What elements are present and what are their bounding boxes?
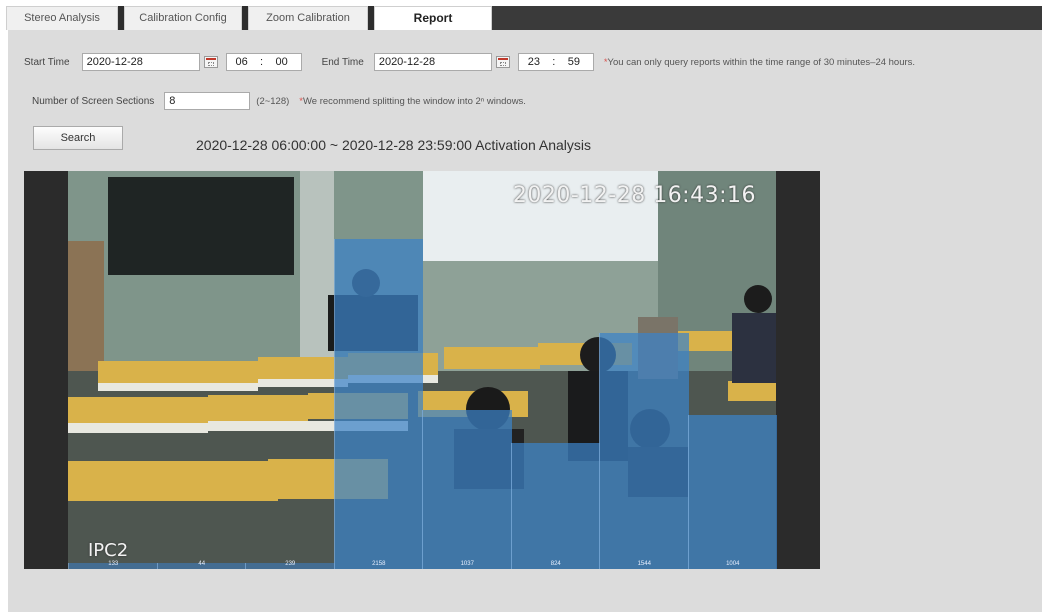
start-time-input[interactable]: 06 : 00 [225,53,302,71]
end-calendar-icon[interactable] [495,56,510,68]
activation-bar-label: 239 [285,561,296,567]
activation-bar-label: 2158 [372,561,386,567]
screen-sections-label: Number of Screen Sections [32,95,155,107]
time-range-row: Start Time 2020-12-28 06 : 00 End Time 2… [24,53,915,71]
end-hour: 23 [527,56,540,68]
time-range-hint: *You can only query reports within the t… [604,57,915,68]
activation-bars: 133 44 239 2158 1037 824 1544 1004 [68,171,777,569]
tab-bar: Stereo Analysis Calibration Config Zoom … [0,6,1042,30]
search-button[interactable]: Search [33,126,123,150]
screen-sections-range: (2~128) [256,95,290,107]
tab-zoom-calibration[interactable]: Zoom Calibration [248,6,368,30]
activation-bar: 2158 [333,238,423,569]
tab-calibration-config[interactable]: Calibration Config [124,6,242,30]
start-calendar-icon[interactable] [203,56,218,68]
activation-bar: 1544 [599,332,689,569]
end-time-label: End Time [321,56,364,68]
tab-report[interactable]: Report [374,6,492,30]
activation-bar-label: 1037 [460,561,474,567]
screen-sections-hint: *We recommend splitting the window into … [299,96,526,107]
screen-sections-hint-text: We recommend splitting the window into 2… [303,95,526,107]
activation-bar: 1037 [422,410,512,569]
time-colon: : [260,56,264,68]
activation-bar-label: 133 [108,561,119,567]
activation-bar-label: 1004 [726,561,740,567]
start-minute: 00 [275,56,288,68]
screen-sections-row: Number of Screen Sections 8 (2~128) *We … [32,92,526,110]
activation-bar: 44 [156,561,246,569]
end-date-input[interactable]: 2020-12-28 [373,53,492,71]
tab-stereo-analysis[interactable]: Stereo Analysis [6,6,118,30]
time-colon: : [552,56,556,68]
report-title: 2020-12-28 06:00:00 ~ 2020-12-28 23:59:0… [196,137,592,153]
start-hour: 06 [235,56,248,68]
activation-bar-label: 44 [198,561,206,567]
report-image-frame: 2020-12-28 16:43:16 IPC2 133 44 239 2158 103… [24,171,820,569]
activation-bar: 133 [68,561,158,569]
screen-sections-input[interactable]: 8 [164,92,251,110]
start-time-label: Start Time [24,56,70,68]
activation-bar: 239 [245,561,335,569]
activation-bar-label: 1544 [637,561,651,567]
activation-bar: 824 [510,442,600,569]
activation-bar-label: 824 [550,561,561,567]
end-minute: 59 [567,56,580,68]
start-date-input[interactable]: 2020-12-28 [81,53,200,71]
end-time-input[interactable]: 23 : 59 [517,53,594,71]
activation-bar: 1004 [687,415,777,569]
time-range-hint-text: You can only query reports within the ti… [607,56,916,68]
tab-strip-background [492,6,1042,30]
